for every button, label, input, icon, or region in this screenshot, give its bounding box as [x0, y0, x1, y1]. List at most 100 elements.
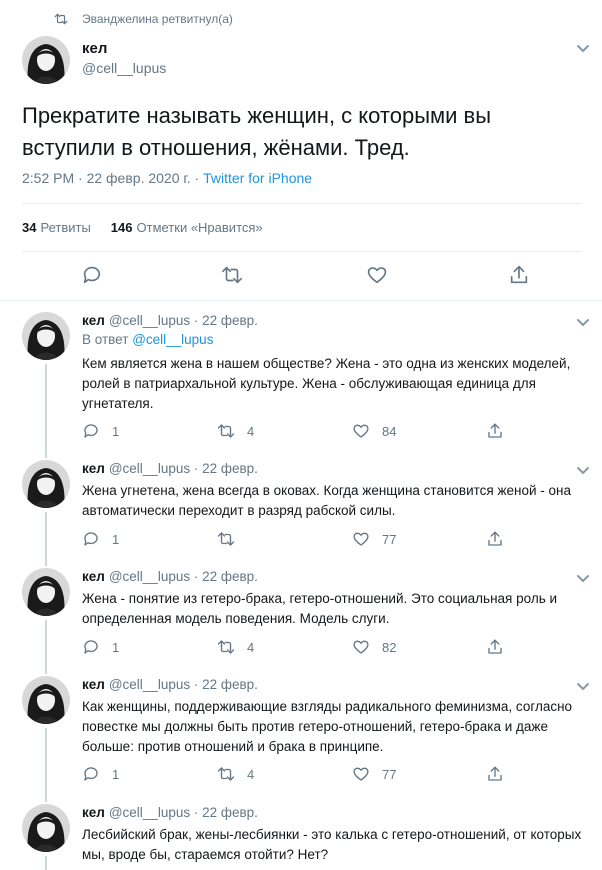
- reply-action[interactable]: 1: [82, 422, 119, 440]
- likes-label: Отметки «Нравится»: [136, 220, 263, 235]
- reply-tweet[interactable]: кел @cell__lupus · 22 февр. Жена угнетена…: [0, 460, 602, 560]
- retweet-icon: [54, 13, 68, 25]
- retweet-action[interactable]: [217, 530, 247, 548]
- like-count: 84: [382, 423, 397, 439]
- like-action[interactable]: 77: [352, 530, 396, 548]
- tweet-source-link[interactable]: Twitter for iPhone: [203, 170, 312, 186]
- chevron-down-icon[interactable]: [576, 466, 590, 476]
- heart-icon: [353, 424, 369, 438]
- chevron-down-icon[interactable]: [576, 574, 590, 584]
- author-meta[interactable]: @cell__lupus · 22 февр.: [109, 677, 258, 692]
- reply-header: кел @cell__lupus · 22 февр.: [82, 805, 258, 820]
- avatar-image: [22, 312, 70, 360]
- heart-icon: [353, 532, 369, 546]
- like-count: 77: [382, 766, 397, 782]
- avatar[interactable]: [22, 568, 70, 616]
- reply-icon[interactable]: [81, 264, 103, 286]
- avatar[interactable]: [22, 676, 70, 724]
- reply-tweet[interactable]: кел @cell__lupus · 22 февр. Жена - поняти…: [0, 568, 602, 668]
- author-name[interactable]: кел: [82, 461, 105, 476]
- likes-stat[interactable]: 146 Отметки «Нравится»: [111, 220, 263, 235]
- reply-tweet[interactable]: кел @cell__lupus · 22 февр. В ответ @cell…: [0, 312, 602, 452]
- avatar[interactable]: [22, 460, 70, 508]
- share-icon: [488, 423, 502, 438]
- reply-header: кел @cell__lupus · 22 февр.: [82, 677, 258, 692]
- avatar-image: [22, 460, 70, 508]
- retweet-icon[interactable]: [221, 264, 243, 286]
- reply-action[interactable]: 1: [82, 638, 119, 656]
- reply-count: 1: [112, 639, 120, 655]
- chevron-down-icon[interactable]: [576, 44, 590, 54]
- share-icon: [488, 766, 502, 781]
- share-icon[interactable]: [508, 264, 530, 286]
- avatar-image: [22, 36, 70, 84]
- share-icon: [488, 639, 502, 654]
- reply-text: Жена - понятие из гетеро-брака, гетеро-о…: [82, 591, 558, 626]
- reply-count: 1: [112, 531, 120, 547]
- retweet-count: 4: [247, 766, 255, 782]
- share-action[interactable]: [486, 765, 504, 783]
- author-meta[interactable]: @cell__lupus · 22 февр.: [109, 805, 258, 820]
- author-name[interactable]: кел: [82, 805, 105, 820]
- retweet-icon: [217, 532, 235, 546]
- divider: [0, 300, 602, 301]
- reply-icon: [84, 424, 98, 438]
- like-action[interactable]: 84: [352, 422, 396, 440]
- main-tweet: Эванджелина ретвитнул(а) кел @cell__lupu…: [0, 0, 602, 300]
- reply-header: кел @cell__lupus · 22 февр.: [82, 461, 258, 476]
- reply-icon: [84, 532, 98, 546]
- reply-tweet[interactable]: кел @cell__lupus · 22 февр. Как женщины, …: [0, 676, 602, 796]
- retweet-action[interactable]: 4: [217, 765, 254, 783]
- avatar-image: [22, 676, 70, 724]
- reply-to-mention[interactable]: @cell__lupus: [132, 332, 213, 347]
- heart-icon[interactable]: [366, 264, 388, 286]
- retweet-context-text: Эванджелина ретвитнул(а): [82, 12, 233, 26]
- author-name[interactable]: кел: [82, 313, 105, 328]
- avatar[interactable]: [22, 36, 70, 84]
- reply-icon: [84, 767, 98, 781]
- avatar[interactable]: [22, 312, 70, 360]
- share-action[interactable]: [486, 530, 504, 548]
- chevron-down-icon[interactable]: [576, 682, 590, 692]
- retweet-icon: [217, 424, 235, 438]
- author-name[interactable]: кел: [82, 569, 105, 584]
- retweet-count: 4: [247, 639, 255, 655]
- retweets-label: Ретвиты: [40, 220, 91, 235]
- reply-count: 1: [112, 423, 120, 439]
- share-action[interactable]: [486, 638, 504, 656]
- retweet-count: 4: [247, 423, 255, 439]
- author-handle[interactable]: @cell__lupus: [82, 60, 166, 76]
- retweets-stat[interactable]: 34 Ретвиты: [22, 220, 91, 235]
- share-action[interactable]: [486, 422, 504, 440]
- chevron-down-icon[interactable]: [576, 318, 590, 328]
- main-tweet-actions: [0, 264, 602, 288]
- author-name[interactable]: кел: [82, 677, 105, 692]
- tweet-timestamp[interactable]: 2:52 PM · 22 февр. 2020 г. ·: [22, 170, 203, 186]
- avatar-image: [22, 568, 70, 616]
- likes-count: 146: [110, 220, 133, 235]
- avatar[interactable]: [22, 804, 70, 852]
- retweet-action[interactable]: 4: [217, 422, 254, 440]
- author-name[interactable]: кел: [82, 40, 107, 57]
- heart-icon: [353, 640, 369, 654]
- tweet-meta: 2:52 PM · 22 февр. 2020 г. · Twitter for…: [22, 170, 312, 186]
- like-count: 82: [382, 639, 397, 655]
- retweet-icon: [217, 640, 235, 654]
- reply-icon: [84, 640, 98, 654]
- retweet-action[interactable]: 4: [217, 638, 254, 656]
- reply-action[interactable]: 1: [82, 765, 119, 783]
- retweet-icon: [217, 767, 235, 781]
- like-action[interactable]: 77: [352, 765, 396, 783]
- author-meta[interactable]: @cell__lupus · 22 февр.: [109, 461, 258, 476]
- retweet-context[interactable]: Эванджелина ретвитнул(а): [54, 12, 233, 26]
- reply-text: Жена угнетена, жена всегда в оковах. Ког…: [82, 483, 571, 518]
- heart-icon: [353, 767, 369, 781]
- reply-actions: 1 77: [82, 530, 582, 550]
- like-action[interactable]: 82: [352, 638, 396, 656]
- author-meta[interactable]: @cell__lupus · 22 февр.: [109, 569, 258, 584]
- reply-action[interactable]: 1: [82, 530, 119, 548]
- reply-tweet[interactable]: кел @cell__lupus · 22 февр. Лесбийский бр…: [0, 804, 602, 870]
- author-meta[interactable]: @cell__lupus · 22 февр.: [109, 313, 258, 328]
- reply-text: Лесбийский брак, жены-лесбиянки - это ка…: [82, 827, 582, 862]
- reply-count: 1: [112, 766, 120, 782]
